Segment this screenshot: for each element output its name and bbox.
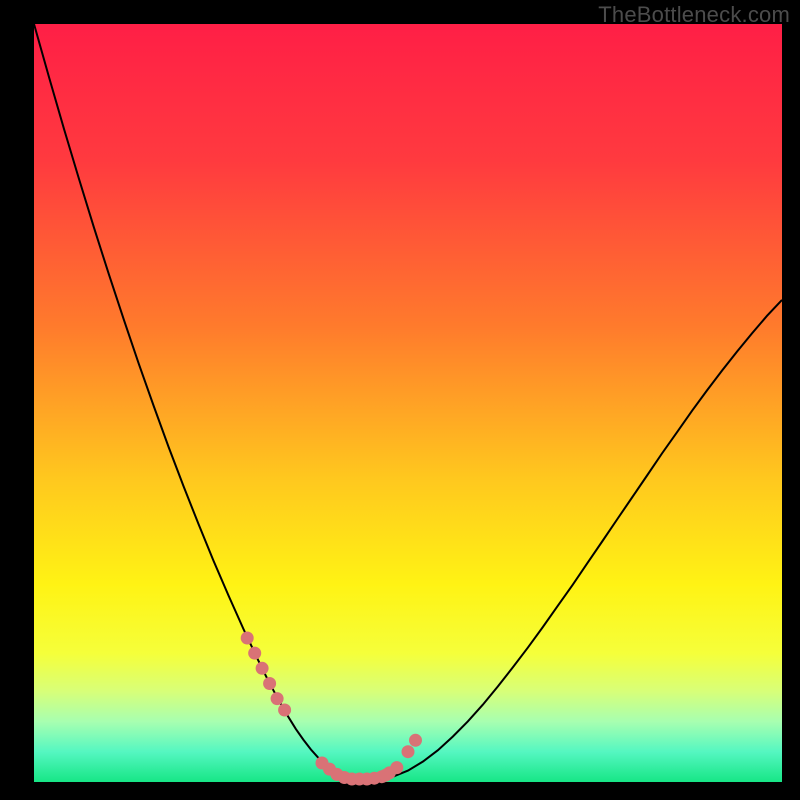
marker-dot (402, 745, 415, 758)
marker-dot (278, 704, 291, 717)
markers-group (241, 632, 422, 786)
attribution-text: TheBottleneck.com (598, 2, 790, 28)
outer-frame: TheBottleneck.com (0, 0, 800, 800)
marker-dot (390, 761, 403, 774)
marker-dot (248, 647, 261, 660)
marker-dot (409, 734, 422, 747)
plot-area (34, 24, 782, 782)
bottleneck-curve (34, 24, 782, 779)
marker-dot (256, 662, 269, 675)
marker-dot (271, 692, 284, 705)
chart-svg (34, 24, 782, 782)
marker-dot (263, 677, 276, 690)
marker-dot (241, 632, 254, 645)
